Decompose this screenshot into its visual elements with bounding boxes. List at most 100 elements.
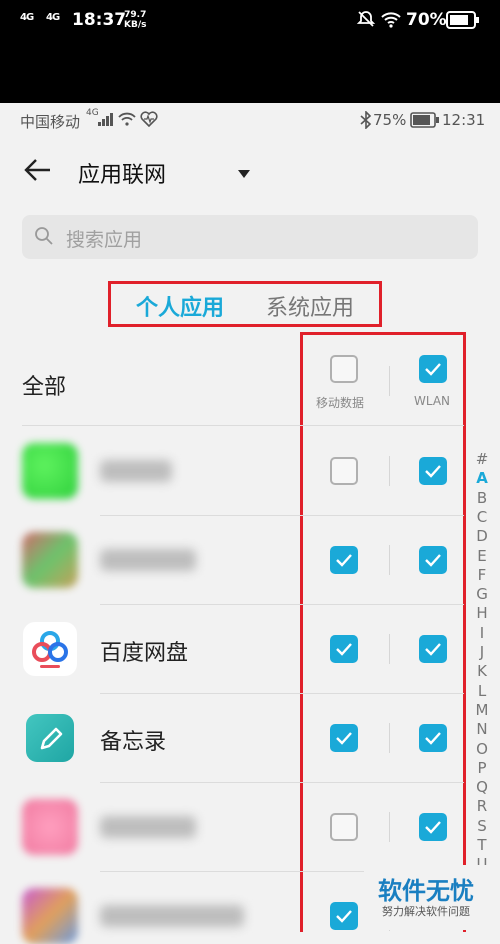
battery-icon [446, 11, 480, 33]
index-letter[interactable]: H [474, 604, 490, 623]
index-letter[interactable]: R [474, 797, 490, 816]
network-speed-unit: KB/s [124, 20, 147, 30]
column-divider [389, 544, 390, 575]
mobile-data-checkbox[interactable] [330, 901, 358, 930]
column-divider [389, 811, 390, 842]
wlan-checkbox[interactable] [419, 723, 447, 752]
mobile-data-checkbox[interactable] [330, 545, 358, 574]
wlan-checkbox[interactable] [419, 634, 447, 663]
all-mobile-data-checkbox[interactable] [330, 355, 358, 383]
colorful-app-icon [22, 531, 78, 588]
app-name-blurred [100, 459, 172, 482]
all-wlan-checkbox[interactable] [419, 355, 447, 383]
index-letter[interactable]: Q [474, 778, 490, 797]
index-letter[interactable]: B [474, 489, 490, 508]
bluetooth-icon [360, 110, 372, 133]
mobile-data-checkbox[interactable] [330, 812, 358, 841]
divider [100, 515, 464, 516]
mobile-data-column-label: 移动数据 [316, 396, 365, 410]
divider [100, 693, 464, 694]
column-divider [389, 722, 390, 753]
divider [100, 782, 464, 783]
search-icon [34, 226, 54, 250]
wlan-checkbox[interactable] [419, 456, 447, 485]
mobile-data-checkbox[interactable] [330, 634, 358, 663]
index-letter[interactable]: M [474, 701, 490, 720]
check-icon [425, 363, 441, 376]
index-letter[interactable]: O [474, 740, 490, 759]
app-name: 百度网盘 [100, 640, 189, 666]
wifi-icon [380, 9, 402, 33]
columns-highlight-box [300, 332, 466, 932]
column-divider [389, 366, 390, 396]
inner-status-bar: 中国移动 4G 75% 12:31 [0, 103, 500, 137]
network-speed: 79.7 KB/s [124, 10, 146, 30]
tab-system-apps[interactable]: 系统应用 [266, 290, 354, 322]
watermark-subtitle: 努力解决软件问题 [382, 905, 470, 918]
mobile-data-checkbox[interactable] [330, 723, 358, 752]
app-name-blurred [100, 904, 244, 927]
index-letter[interactable]: A [474, 469, 490, 488]
green-app-icon [22, 442, 78, 499]
wlan-column-label: WLAN [414, 394, 451, 408]
column-divider [389, 455, 390, 486]
divider [22, 425, 464, 426]
check-icon [425, 642, 441, 656]
check-icon [336, 642, 352, 656]
index-letter[interactable]: D [474, 527, 490, 546]
back-arrow-icon[interactable] [22, 155, 52, 189]
index-letter[interactable]: N [474, 720, 490, 739]
outer-status-bar: 4G 4G 18:37 79.7 KB/s 70% [0, 0, 500, 103]
app-name-blurred [100, 815, 196, 838]
index-letter[interactable]: J [474, 643, 490, 662]
index-letter[interactable]: L [474, 682, 490, 701]
heart-rate-icon [140, 111, 158, 131]
mobile-data-checkbox[interactable] [330, 456, 358, 485]
wlan-checkbox[interactable] [419, 545, 447, 574]
divider [100, 604, 464, 605]
index-letter[interactable]: P [474, 759, 490, 778]
signal-bars-icon [98, 112, 114, 130]
check-icon [336, 731, 352, 745]
all-apps-label: 全部 [22, 375, 67, 400]
index-letter[interactable]: C [474, 508, 490, 527]
watermark: 软件无忧 努力解决软件问题 [364, 865, 500, 930]
wifi-icon-small [118, 111, 136, 131]
check-icon [425, 820, 441, 834]
inner-battery-icon [410, 112, 440, 132]
tab-personal-apps[interactable]: 个人应用 [136, 290, 224, 322]
inner-battery-percent: 75% [373, 111, 407, 129]
app-name: 备忘录 [100, 729, 167, 755]
signal-indicator-2: 4G [46, 12, 60, 23]
check-icon [425, 553, 441, 567]
network-speed-value: 79.7 [124, 10, 147, 20]
index-letter[interactable]: E [474, 547, 490, 566]
carrier-name: 中国移动 [20, 113, 81, 131]
inner-time: 12:31 [442, 111, 486, 129]
index-letter[interactable]: K [474, 662, 490, 681]
page-title: 应用联网 [78, 163, 167, 188]
signal-indicator-1: 4G [20, 12, 34, 23]
index-letter[interactable]: G [474, 585, 490, 604]
index-letter[interactable]: F [474, 566, 490, 585]
memo-pencil-icon [22, 710, 78, 766]
index-letter[interactable]: I [474, 624, 490, 643]
wlan-checkbox[interactable] [419, 812, 447, 841]
multicolor-app-icon [22, 887, 78, 944]
title-bar: 应用联网 [0, 137, 500, 207]
index-letter[interactable]: # [474, 450, 490, 469]
index-letter[interactable]: T [474, 836, 490, 855]
dropdown-caret-icon[interactable] [236, 165, 252, 184]
app-name-blurred [100, 548, 196, 571]
search-placeholder: 搜索应用 [66, 229, 143, 251]
check-icon [336, 553, 352, 567]
battery-percent: 70% [406, 10, 447, 30]
pink-app-icon [22, 798, 78, 855]
check-icon [425, 464, 441, 478]
status-time: 18:37 [72, 10, 127, 30]
mute-bell-icon [356, 9, 376, 33]
baidu-netdisk-icon [22, 621, 78, 677]
search-input[interactable]: 搜索应用 [22, 215, 478, 259]
index-letter[interactable]: S [474, 817, 490, 836]
column-divider [389, 633, 390, 664]
